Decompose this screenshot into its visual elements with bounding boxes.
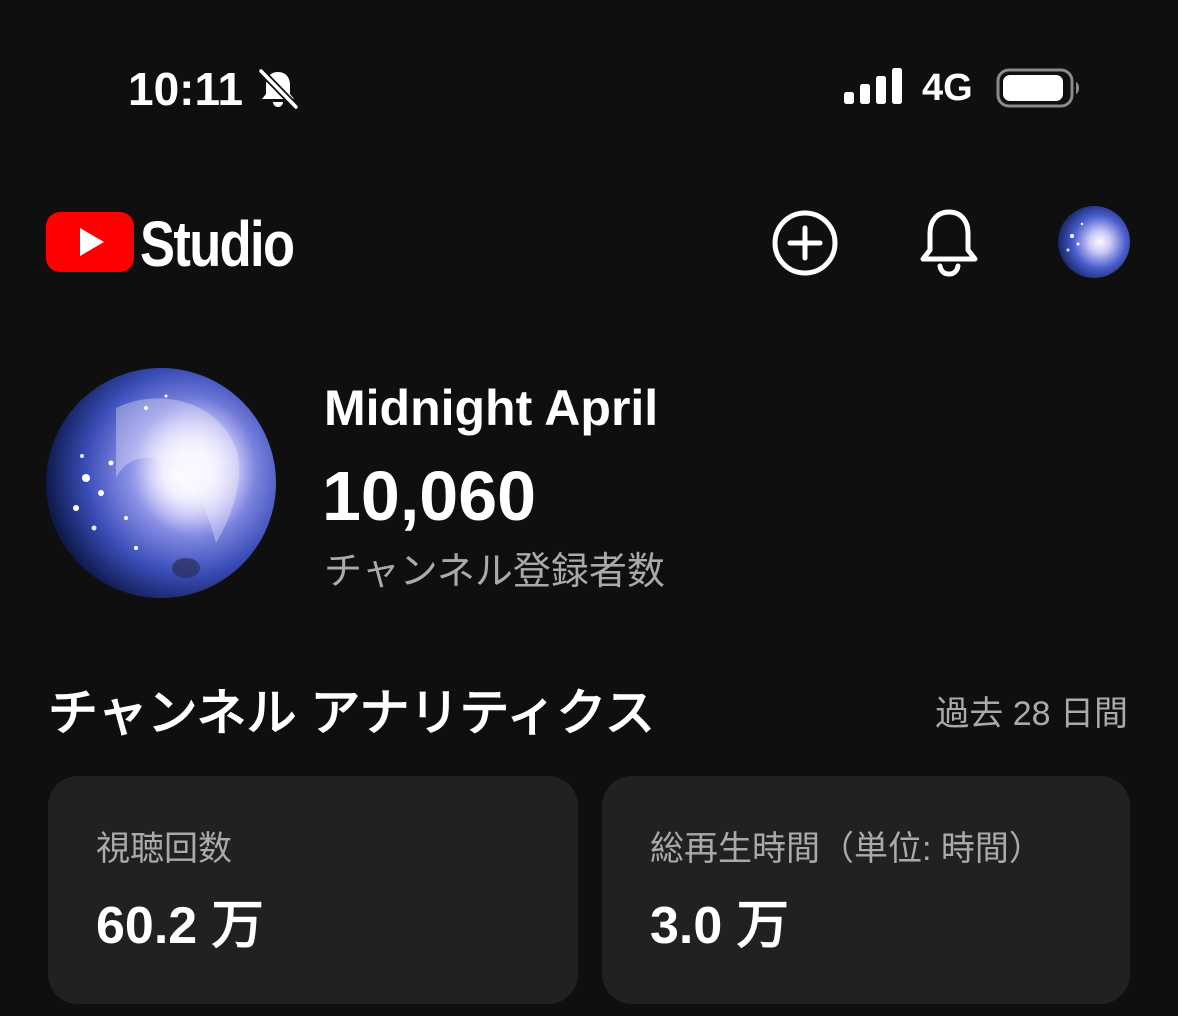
channel-name: Midnight April (324, 380, 659, 436)
subscriber-count: 10,060 (322, 457, 537, 535)
channel-avatar[interactable] (46, 368, 276, 598)
views-card[interactable]: 視聴回数 60.2 万 (48, 776, 578, 1004)
watch-time-label: 総再生時間（単位: 時間） (650, 830, 1043, 868)
subscriber-label: チャンネル登録者数 (324, 551, 665, 593)
watch-time-value: 3.0 万 (650, 897, 789, 955)
views-label: 視聴回数 (96, 830, 232, 868)
account-avatar[interactable] (1058, 206, 1130, 278)
bell-slash-icon (257, 68, 300, 110)
youtube-logo[interactable] (46, 212, 134, 272)
app-name: Studio (140, 208, 295, 280)
watch-time-card[interactable]: 総再生時間（単位: 時間） 3.0 万 (602, 776, 1130, 1004)
status-time: 10:11 (128, 63, 244, 115)
yt-studio-screen: 10:11 4G Studio Midnight April 10,060 チャ… (0, 0, 1178, 1016)
notifications-icon[interactable] (916, 206, 982, 278)
analytics-period: 過去 28 日間 (935, 695, 1128, 733)
analytics-title: チャンネル アナリティクス (48, 685, 655, 741)
views-value: 60.2 万 (96, 897, 264, 955)
battery-icon (996, 68, 1079, 108)
cellular-signal-icon (844, 68, 902, 104)
network-type: 4G (922, 67, 973, 109)
create-icon[interactable] (770, 208, 840, 278)
